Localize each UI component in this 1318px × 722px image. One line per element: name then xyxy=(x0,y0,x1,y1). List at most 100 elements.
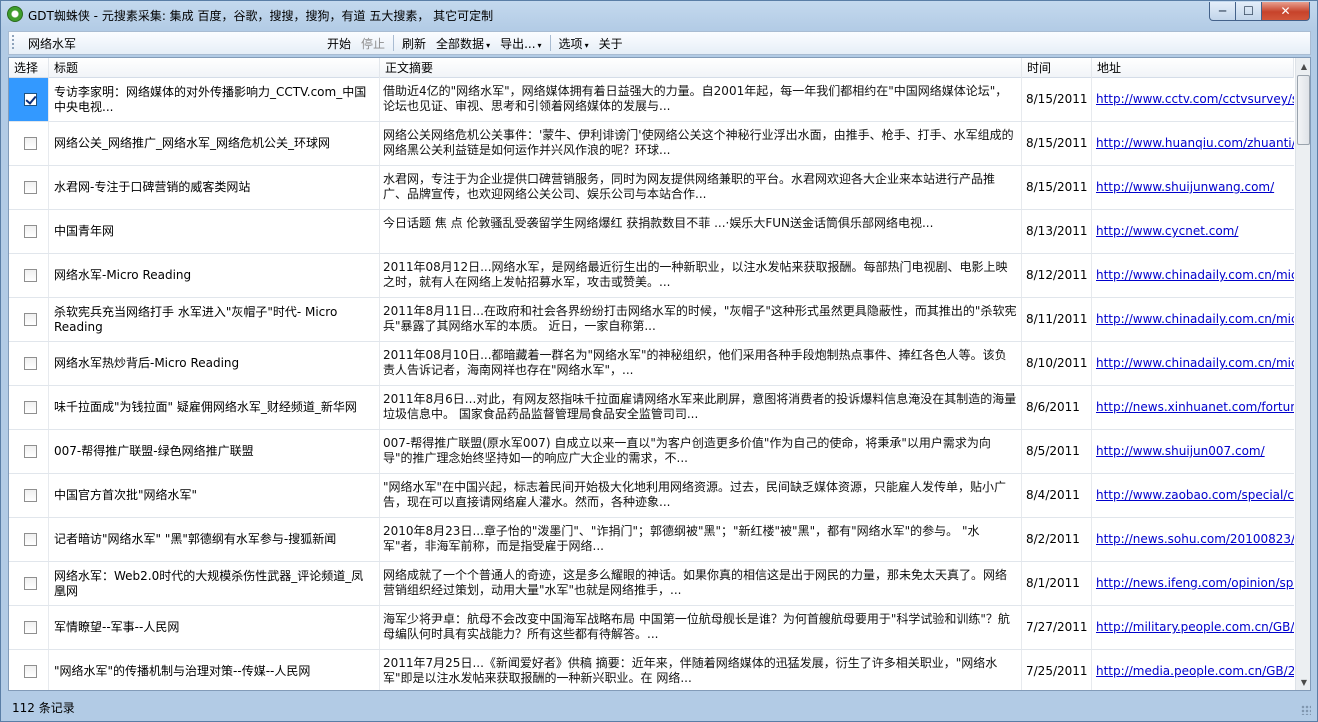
select-cell[interactable] xyxy=(9,166,49,209)
select-cell[interactable] xyxy=(9,474,49,517)
column-header-title[interactable]: 标题 xyxy=(49,58,380,78)
time-cell: 8/1/2011 xyxy=(1022,562,1092,605)
row-title: 味千拉面成"为钱拉面" 疑雇佣网络水军_财经频道_新华网 xyxy=(54,400,357,414)
select-cell[interactable] xyxy=(9,518,49,561)
options-dropdown[interactable]: 选项 ▾ xyxy=(559,35,589,52)
column-header-time[interactable]: 时间 xyxy=(1022,58,1092,78)
url-link[interactable]: http://www.huanqiu.com/zhuanti/tech/pr/ xyxy=(1096,136,1294,151)
summary-cell: 007-帮得推广联盟(原水军007) 自成立以来一直以"为客户创造更多价值"作为… xyxy=(380,430,1022,473)
url-link[interactable]: http://media.people.com.cn/GB/22114/ xyxy=(1096,664,1294,679)
resize-grip-icon[interactable] xyxy=(1301,705,1311,715)
url-cell: http://news.ifeng.com/opinion/special/w xyxy=(1092,562,1294,605)
row-time: 8/5/2011 xyxy=(1026,444,1080,458)
start-button[interactable]: 开始 xyxy=(327,35,351,52)
select-cell[interactable] xyxy=(9,430,49,473)
url-link[interactable]: http://www.chinadaily.com.cn/micro-read xyxy=(1096,268,1294,283)
export-dropdown[interactable]: 导出... ▾ xyxy=(500,35,541,52)
table-row[interactable]: 中国青年网 今日话题 焦 点 伦敦骚乱受袭留学生网络爆红 获捐款数目不菲 ...·… xyxy=(9,210,1294,254)
table-row[interactable]: 杀软宪兵充当网络打手 水军进入"灰帽子"时代- Micro Reading 201… xyxy=(9,298,1294,342)
row-checkbox[interactable] xyxy=(24,181,37,194)
table-row[interactable]: 网络水军：Web2.0时代的大规模杀伤性武器_评论频道_凤凰网 网络成就了一个个普… xyxy=(9,562,1294,606)
select-cell[interactable] xyxy=(9,562,49,605)
chevron-down-icon: ▾ xyxy=(537,40,542,50)
summary-cell: 2011年8月6日...对此，有网友怒指味千拉面雇请网络水军来此刷屏，意图将消费… xyxy=(380,386,1022,429)
select-cell[interactable] xyxy=(9,650,49,690)
table-row[interactable]: 专访李家明：网络媒体的对外传播影响力_CCTV.com_中国中央电视... 借助近… xyxy=(9,78,1294,122)
table-row[interactable]: 网络水军热炒背后-Micro Reading 2011年08月10日...都暗藏着… xyxy=(9,342,1294,386)
row-title: 军情瞭望--军事--人民网 xyxy=(54,620,180,634)
column-header-summary[interactable]: 正文摘要 xyxy=(380,58,1022,78)
title-cell: "网络水军"的传播机制与治理对策--传媒--人民网 xyxy=(49,650,380,690)
column-header-url[interactable]: 地址 xyxy=(1092,58,1294,78)
row-checkbox[interactable] xyxy=(24,445,37,458)
select-cell[interactable] xyxy=(9,298,49,341)
table-row[interactable]: 味千拉面成"为钱拉面" 疑雇佣网络水军_财经频道_新华网 2011年8月6日...… xyxy=(9,386,1294,430)
select-cell[interactable] xyxy=(9,122,49,165)
table-row[interactable]: 网络公关_网络推广_网络水军_网络危机公关_环球网 网络公关网络危机公关事件：'蒙… xyxy=(9,122,1294,166)
table-row[interactable]: 记者暗访"网络水军" "黑"郭德纲有水军参与-搜狐新闻 2010年8月23日...… xyxy=(9,518,1294,562)
time-cell: 7/27/2011 xyxy=(1022,606,1092,649)
summary-cell: 2011年7月25日...《新闻爱好者》供稿 摘要：近年来，伴随着网络媒体的迅猛… xyxy=(380,650,1022,690)
row-checkbox[interactable] xyxy=(24,357,37,370)
url-link[interactable]: http://news.ifeng.com/opinion/special/w xyxy=(1096,576,1294,591)
row-checkbox[interactable] xyxy=(24,401,37,414)
table-row[interactable]: 网络水军-Micro Reading 2011年08月12日...网络水军，是网络… xyxy=(9,254,1294,298)
select-cell[interactable] xyxy=(9,210,49,253)
toolbar-grip-icon[interactable] xyxy=(12,35,18,51)
about-button[interactable]: 关于 xyxy=(599,35,623,52)
row-checkbox[interactable] xyxy=(24,577,37,590)
url-link[interactable]: http://www.chinadaily.com.cn/micro-read xyxy=(1096,312,1294,327)
all-data-dropdown[interactable]: 全部数据 ▾ xyxy=(436,35,490,52)
scrollbar-thumb[interactable] xyxy=(1297,75,1310,145)
row-checkbox[interactable] xyxy=(24,621,37,634)
refresh-button[interactable]: 刷新 xyxy=(402,35,426,52)
url-cell: http://news.sohu.com/20100823/n274434 xyxy=(1092,518,1294,561)
row-title: 网络水军-Micro Reading xyxy=(54,268,192,282)
table-row[interactable]: 007-帮得推广联盟-绿色网络推广联盟 007-帮得推广联盟(原水军007) 自成… xyxy=(9,430,1294,474)
url-link[interactable]: http://news.xinhuanet.com/fortune/2011- xyxy=(1096,400,1294,415)
grid-header: 选择 标题 正文摘要 时间 地址 xyxy=(9,58,1294,78)
summary-cell: 2011年8月11日...在政府和社会各界纷纷打击网络水军的时候，"灰帽子"这种… xyxy=(380,298,1022,341)
table-row[interactable]: 中国官方首次批"网络水军" "网络水军"在中国兴起，标志着民间开始极大化地利用网络… xyxy=(9,474,1294,518)
close-button[interactable]: ✕ xyxy=(1261,2,1310,21)
row-checkbox[interactable] xyxy=(24,225,37,238)
time-cell: 7/25/2011 xyxy=(1022,650,1092,690)
table-row[interactable]: 军情瞭望--军事--人民网 海军少将尹卓：航母不会改变中国海军战略布局 中国第一位… xyxy=(9,606,1294,650)
row-title: 007-帮得推广联盟-绿色网络推广联盟 xyxy=(54,444,254,458)
url-link[interactable]: http://www.zaobao.com/special/china/cn xyxy=(1096,488,1294,503)
row-checkbox[interactable] xyxy=(24,137,37,150)
title-cell: 杀软宪兵充当网络打手 水军进入"灰帽子"时代- Micro Reading xyxy=(49,298,380,341)
select-cell[interactable] xyxy=(9,342,49,385)
select-cell[interactable] xyxy=(9,78,49,121)
url-link[interactable]: http://www.shuijunwang.com/ xyxy=(1096,180,1274,195)
select-cell[interactable] xyxy=(9,254,49,297)
url-link[interactable]: http://www.cctv.com/cctvsurvey/special/ xyxy=(1096,92,1294,107)
stop-button[interactable]: 停止 xyxy=(361,35,385,52)
row-time: 8/15/2011 xyxy=(1026,136,1088,150)
select-cell[interactable] xyxy=(9,606,49,649)
table-row[interactable]: "网络水军"的传播机制与治理对策--传媒--人民网 2011年7月25日...《新… xyxy=(9,650,1294,690)
row-title: 专访李家明：网络媒体的对外传播影响力_CCTV.com_中国中央电视... xyxy=(54,84,367,114)
vertical-scrollbar[interactable]: ▲ ▼ xyxy=(1295,58,1310,690)
row-checkbox[interactable] xyxy=(24,533,37,546)
scroll-up-arrow-icon[interactable]: ▲ xyxy=(1296,58,1310,74)
url-link[interactable]: http://military.people.com.cn/GB/42969/ xyxy=(1096,620,1294,635)
scroll-down-arrow-icon[interactable]: ▼ xyxy=(1296,674,1310,690)
url-link[interactable]: http://www.shuijun007.com/ xyxy=(1096,444,1265,459)
time-cell: 8/4/2011 xyxy=(1022,474,1092,517)
row-checkbox[interactable] xyxy=(24,93,37,106)
table-row[interactable]: 水君网-专注于口碑营销的威客类网站 水君网，专注于为企业提供口碑营销服务，同时为网… xyxy=(9,166,1294,210)
select-cell[interactable] xyxy=(9,386,49,429)
url-link[interactable]: http://www.cycnet.com/ xyxy=(1096,224,1238,239)
row-checkbox[interactable] xyxy=(24,665,37,678)
column-header-select[interactable]: 选择 xyxy=(9,58,49,78)
chevron-down-icon: ▾ xyxy=(584,40,589,50)
url-link[interactable]: http://news.sohu.com/20100823/n274434 xyxy=(1096,532,1294,547)
minimize-button[interactable]: ─ xyxy=(1209,2,1236,21)
row-checkbox[interactable] xyxy=(24,489,37,502)
maximize-button[interactable]: ☐ xyxy=(1235,2,1262,21)
row-checkbox[interactable] xyxy=(24,313,37,326)
row-checkbox[interactable] xyxy=(24,269,37,282)
search-input[interactable] xyxy=(22,33,322,53)
url-link[interactable]: http://www.chinadaily.com.cn/micro-read xyxy=(1096,356,1294,371)
